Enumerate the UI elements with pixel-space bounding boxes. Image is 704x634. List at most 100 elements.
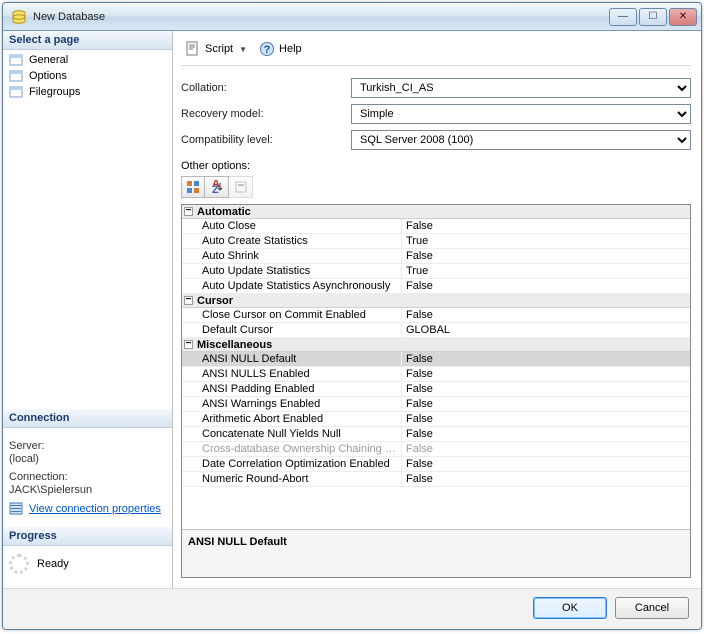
categorized-button[interactable] <box>181 176 205 198</box>
grid-row[interactable]: Auto Update Statistics AsynchronouslyFal… <box>182 279 690 294</box>
grid-row[interactable]: ANSI NULLS EnabledFalse <box>182 367 690 382</box>
help-icon: ? <box>259 41 275 57</box>
properties-icon <box>9 502 25 516</box>
property-value[interactable]: False <box>402 249 690 263</box>
grid-row[interactable]: Auto Create StatisticsTrue <box>182 234 690 249</box>
page-icon <box>9 69 25 83</box>
page-list: General Options Filegroups <box>3 50 172 102</box>
grid-row[interactable]: Close Cursor on Commit EnabledFalse <box>182 308 690 323</box>
property-name: Date Correlation Optimization Enabled <box>182 457 402 471</box>
property-description: ANSI NULL Default <box>182 529 690 577</box>
collapse-icon[interactable]: − <box>184 207 193 216</box>
property-value[interactable]: False <box>402 412 690 426</box>
property-value[interactable]: False <box>402 382 690 396</box>
grid-row[interactable]: Auto CloseFalse <box>182 219 690 234</box>
page-label: Filegroups <box>29 86 80 98</box>
property-value[interactable]: False <box>402 219 690 233</box>
property-name: ANSI Padding Enabled <box>182 382 402 396</box>
property-name: Arithmetic Abort Enabled <box>182 412 402 426</box>
minimize-button[interactable]: — <box>609 8 637 26</box>
grid-category[interactable]: −Cursor <box>182 294 690 308</box>
property-name: Numeric Round-Abort <box>182 472 402 486</box>
property-value[interactable]: True <box>402 234 690 248</box>
property-value[interactable]: False <box>402 279 690 293</box>
server-value: (local) <box>9 453 166 465</box>
grid-row[interactable]: Concatenate Null Yields NullFalse <box>182 427 690 442</box>
options-form: Collation: Turkish_CI_AS Recovery model:… <box>181 66 691 204</box>
progress-header: Progress <box>3 527 172 546</box>
property-name: ANSI Warnings Enabled <box>182 397 402 411</box>
categorized-icon <box>186 180 200 194</box>
grid-row[interactable]: Date Correlation Optimization EnabledFal… <box>182 457 690 472</box>
top-toolbar: Script ▼ ? Help <box>181 37 691 66</box>
connection-value: JACK\Spielersun <box>9 484 166 496</box>
page-label: Options <box>29 70 67 82</box>
content-panel: Script ▼ ? Help Collation: Turkish_CI_AS… <box>173 31 701 588</box>
property-name: ANSI NULL Default <box>182 352 402 366</box>
database-icon <box>11 9 27 25</box>
property-name: Auto Update Statistics <box>182 264 402 278</box>
property-value[interactable]: False <box>402 308 690 322</box>
compat-select[interactable]: SQL Server 2008 (100) <box>351 130 691 150</box>
titlebar[interactable]: New Database — ☐ ✕ <box>3 3 701 31</box>
grid-row[interactable]: Auto ShrinkFalse <box>182 249 690 264</box>
alphabetical-icon: AZ <box>210 180 224 194</box>
cancel-button[interactable]: Cancel <box>615 597 689 619</box>
progress-spinner-icon <box>9 554 29 574</box>
property-grid-scroll[interactable]: −AutomaticAuto CloseFalseAuto Create Sta… <box>182 205 690 529</box>
grid-row[interactable]: Auto Update StatisticsTrue <box>182 264 690 279</box>
propertypages-button <box>229 176 253 198</box>
propertygrid-toolbar: AZ <box>181 176 691 198</box>
property-value[interactable]: GLOBAL <box>402 323 690 337</box>
property-grid: −AutomaticAuto CloseFalseAuto Create Sta… <box>181 204 691 578</box>
property-value[interactable]: True <box>402 264 690 278</box>
grid-row[interactable]: Cross-database Ownership Chaining Enable… <box>182 442 690 457</box>
dialog-footer: OK Cancel <box>3 588 701 629</box>
grid-category[interactable]: −Automatic <box>182 205 690 219</box>
grid-row[interactable]: ANSI Warnings EnabledFalse <box>182 397 690 412</box>
compat-label: Compatibility level: <box>181 134 351 146</box>
ok-button[interactable]: OK <box>533 597 607 619</box>
propertypages-icon <box>234 180 248 194</box>
script-label: Script <box>205 43 233 55</box>
svg-text:?: ? <box>264 44 271 56</box>
grid-category[interactable]: −Miscellaneous <box>182 338 690 352</box>
page-icon <box>9 53 25 67</box>
grid-row[interactable]: ANSI NULL DefaultFalse <box>182 352 690 367</box>
page-options[interactable]: Options <box>7 68 168 84</box>
page-general[interactable]: General <box>7 52 168 68</box>
page-filegroups[interactable]: Filegroups <box>7 84 168 100</box>
property-name: Cross-database Ownership Chaining Enable… <box>182 442 402 456</box>
help-label: Help <box>279 43 302 55</box>
view-connection-properties-link[interactable]: View connection properties <box>9 502 161 516</box>
grid-row[interactable]: ANSI Padding EnabledFalse <box>182 382 690 397</box>
alphabetical-button[interactable]: AZ <box>205 176 229 198</box>
category-name: Cursor <box>197 295 233 307</box>
left-panel: Select a page General Options Filegroups… <box>3 31 173 588</box>
collation-select[interactable]: Turkish_CI_AS <box>351 78 691 98</box>
maximize-button[interactable]: ☐ <box>639 8 667 26</box>
grid-row[interactable]: Numeric Round-AbortFalse <box>182 472 690 487</box>
recovery-label: Recovery model: <box>181 108 351 120</box>
property-name: ANSI NULLS Enabled <box>182 367 402 381</box>
property-value[interactable]: False <box>402 472 690 486</box>
property-name: Auto Update Statistics Asynchronously <box>182 279 402 293</box>
collapse-icon[interactable]: − <box>184 296 193 305</box>
link-text: View connection properties <box>29 503 161 515</box>
property-value[interactable]: False <box>402 427 690 441</box>
property-value[interactable]: False <box>402 397 690 411</box>
property-value[interactable]: False <box>402 367 690 381</box>
property-value[interactable]: False <box>402 352 690 366</box>
close-button[interactable]: ✕ <box>669 8 697 26</box>
collapse-icon[interactable]: − <box>184 340 193 349</box>
dialog-window: New Database — ☐ ✕ Select a page General… <box>2 2 702 630</box>
property-name: Close Cursor on Commit Enabled <box>182 308 402 322</box>
collation-label: Collation: <box>181 82 351 94</box>
grid-row[interactable]: Arithmetic Abort EnabledFalse <box>182 412 690 427</box>
script-button[interactable]: Script ▼ <box>181 39 251 59</box>
recovery-select[interactable]: Simple <box>351 104 691 124</box>
property-value[interactable]: False <box>402 442 690 456</box>
help-button[interactable]: ? Help <box>255 39 306 59</box>
grid-row[interactable]: Default CursorGLOBAL <box>182 323 690 338</box>
property-value[interactable]: False <box>402 457 690 471</box>
